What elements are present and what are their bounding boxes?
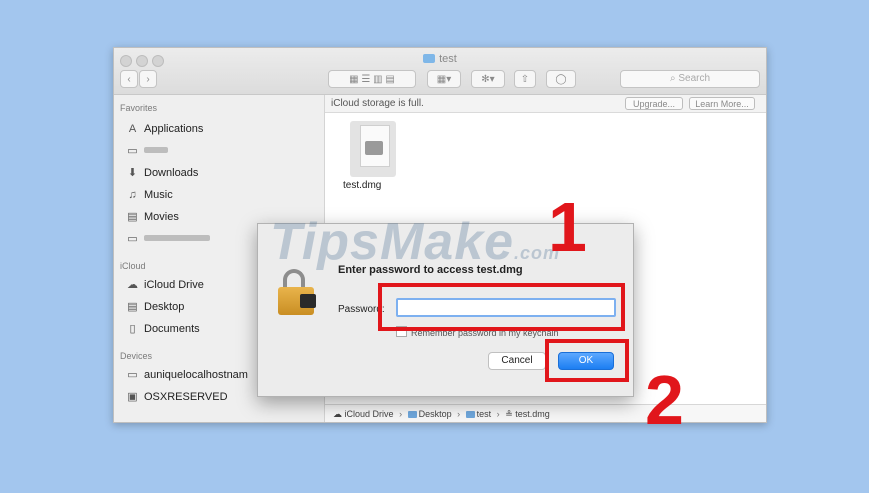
- sidebar-item-music[interactable]: ♫ Music: [126, 187, 173, 203]
- documents-icon: ▯: [129, 323, 136, 335]
- path-item[interactable]: Desktop: [419, 409, 452, 419]
- sidebar-item-movies[interactable]: ▤ Movies: [126, 209, 179, 225]
- tags-button[interactable]: ◯: [546, 70, 576, 88]
- file-label[interactable]: test.dmg: [343, 180, 403, 191]
- path-item[interactable]: test.dmg: [515, 409, 550, 419]
- sidebar-item-label: Music: [144, 189, 173, 201]
- path-item[interactable]: test: [477, 409, 492, 419]
- devices-header: Devices: [120, 351, 153, 361]
- sidebar-item-desktop[interactable]: ▤ Desktop: [126, 299, 184, 315]
- view-mode-icons: ▦ ☰ ▥ ▤: [349, 74, 395, 85]
- chevron-left-icon: ‹: [127, 74, 131, 85]
- upgrade-button[interactable]: Upgrade...: [625, 97, 683, 110]
- sidebar-item-folder-1[interactable]: ▭: [126, 143, 168, 159]
- path-separator: ›: [399, 409, 403, 419]
- view-mode-buttons[interactable]: ▦ ☰ ▥ ▤: [328, 70, 416, 88]
- computer-icon: ▭: [127, 369, 138, 381]
- downloads-icon: ⬇: [127, 167, 138, 179]
- icloud-header: iCloud: [120, 261, 146, 271]
- cancel-button[interactable]: Cancel: [488, 352, 546, 370]
- folder-icon: [465, 411, 475, 418]
- annotation-box-ok: [545, 339, 629, 382]
- grid-icon: ▦▾: [436, 74, 452, 85]
- folder-icon: [423, 54, 436, 63]
- terminal-icon: [300, 294, 316, 308]
- path-item[interactable]: iCloud Drive: [345, 409, 394, 419]
- sidebar-item-documents[interactable]: ▯ Documents: [126, 321, 200, 337]
- tag-icon: ◯: [555, 74, 567, 85]
- sidebar-item-label: Documents: [144, 323, 200, 335]
- annotation-box-password: [378, 283, 625, 331]
- share-button[interactable]: ⇧: [514, 70, 536, 88]
- learn-more-button[interactable]: Learn More...: [689, 97, 755, 110]
- applications-icon: A: [128, 123, 137, 135]
- chevron-right-icon: ›: [146, 74, 150, 85]
- watermark-text: TipsMake: [270, 213, 515, 271]
- sidebar-item-osxreserved[interactable]: ▣ OSXRESERVED: [126, 389, 228, 405]
- sidebar-item-folder-2[interactable]: ▭: [126, 231, 210, 247]
- sidebar-item-downloads[interactable]: ⬇ Downloads: [126, 165, 199, 181]
- arrange-button[interactable]: ▦▾: [427, 70, 461, 88]
- disk-image-icon: [365, 141, 383, 155]
- action-button[interactable]: ✻▾: [471, 70, 505, 88]
- sidebar-item-label: Desktop: [144, 301, 185, 313]
- folder-icon: [407, 411, 417, 418]
- gear-icon: ✻▾: [481, 74, 495, 85]
- back-button[interactable]: ‹: [120, 70, 138, 88]
- banner-text: iCloud storage is full.: [331, 98, 424, 109]
- disk-icon: ▣: [127, 391, 138, 403]
- forward-button[interactable]: ›: [139, 70, 157, 88]
- music-icon: ♫: [128, 189, 137, 201]
- sidebar-item-computer[interactable]: ▭ auniquelocalhostnam: [126, 367, 248, 383]
- redacted-label: [144, 235, 210, 241]
- lock-icon: [278, 269, 316, 317]
- storage-banner: iCloud storage is full. Upgrade... Learn…: [325, 95, 766, 113]
- favorites-header: Favorites: [120, 103, 158, 113]
- cloud-icon: ☁: [127, 279, 138, 291]
- desktop-icon: ▤: [127, 301, 138, 313]
- share-icon: ⇧: [520, 74, 530, 85]
- sidebar-item-label: Downloads: [144, 167, 199, 179]
- folder-icon: ▭: [127, 233, 138, 245]
- path-separator: ›: [496, 409, 500, 419]
- sidebar-item-label: iCloud Drive: [144, 279, 204, 291]
- window-title: test: [114, 53, 766, 65]
- step-number-2: 2: [645, 361, 684, 439]
- step-number-1: 1: [548, 188, 587, 266]
- sidebar-item-label: Applications: [144, 123, 204, 135]
- sidebar-item-applications[interactable]: A Applications: [126, 121, 204, 137]
- sidebar-item-label: auniquelocalhostnam: [144, 369, 248, 381]
- path-bar: ☁ iCloud Drive › Desktop › test › ≗ test…: [325, 404, 766, 422]
- file-icon: ≗: [505, 409, 516, 419]
- sidebar-item-label: Movies: [144, 211, 179, 223]
- sidebar-item-label: OSXRESERVED: [144, 391, 228, 403]
- dmg-file-icon[interactable]: [350, 121, 396, 177]
- redacted-label: [144, 147, 168, 153]
- title-bar: test ‹ › ▦ ☰ ▥ ▤ ▦▾ ✻▾ ⇧ ◯ ⌕ Search: [114, 48, 766, 95]
- window-title-text: test: [439, 53, 457, 65]
- path-separator: ›: [457, 409, 461, 419]
- folder-icon: ▭: [127, 145, 138, 157]
- watermark: TipsMake.com: [270, 212, 560, 272]
- search-placeholder: Search: [678, 73, 711, 84]
- movies-icon: ▤: [127, 211, 138, 223]
- cloud-icon: ☁: [333, 409, 345, 419]
- sidebar-item-icloud-drive[interactable]: ☁ iCloud Drive: [126, 277, 204, 293]
- search-field[interactable]: ⌕ Search: [620, 70, 760, 88]
